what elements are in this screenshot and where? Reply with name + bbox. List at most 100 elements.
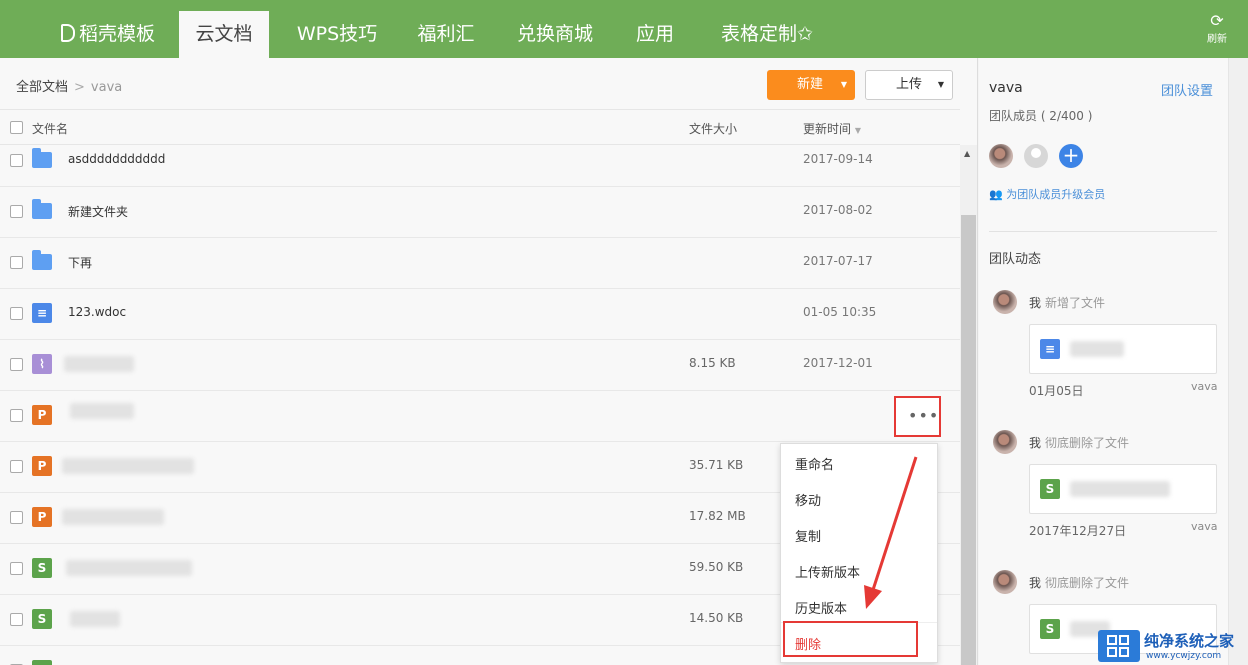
row-checkbox[interactable] — [10, 307, 23, 320]
upgrade-members-link[interactable]: 👥 为团队成员升级会员 — [989, 186, 1105, 202]
activity-actor: 我 — [1029, 576, 1042, 590]
more-options-button[interactable]: ••• — [894, 396, 941, 437]
watermark-url: www.ycwjzy.com — [1146, 651, 1222, 661]
row-checkbox[interactable] — [10, 358, 23, 371]
redacted-file-name — [70, 611, 120, 627]
menu-item-upload-new-version[interactable]: 上传新版本 — [795, 562, 860, 581]
header-updated[interactable]: 更新时间 ▼ — [803, 120, 861, 137]
file-name[interactable]: 新建文件夹 — [68, 203, 128, 220]
activity-text: 我新增了文件 — [1029, 294, 1105, 311]
watermark-title: 纯净系统之家 — [1144, 632, 1235, 650]
spreadsheet-icon: S — [1040, 619, 1060, 639]
row-checkbox[interactable] — [10, 460, 23, 473]
file-list-scrollbar[interactable]: ▲ — [960, 145, 977, 665]
menu-item-move[interactable]: 移动 — [795, 490, 821, 509]
refresh-button[interactable]: ⟳ 刷新 — [1202, 11, 1232, 46]
file-date: 2017-08-02 — [803, 203, 873, 217]
activity-actor: 我 — [1029, 436, 1042, 450]
annotation-arrow — [864, 456, 918, 609]
folder-icon — [32, 250, 52, 270]
file-date: 2017-09-14 — [803, 152, 873, 166]
tab-label: 兑换商城 — [516, 23, 593, 45]
table-row[interactable]: ≡ 123.wdoc 01-05 10:35 — [0, 289, 960, 340]
tab-label: 表格定制✩ — [721, 23, 813, 45]
redacted-file-name — [64, 356, 134, 372]
row-checkbox[interactable] — [10, 256, 23, 269]
menu-item-rename[interactable]: 重命名 — [795, 454, 834, 473]
table-row[interactable]: P — [0, 391, 960, 442]
redacted-file-name — [1070, 341, 1124, 357]
new-button-label: 新建 — [797, 77, 824, 92]
activity-action: 彻底删除了文件 — [1045, 576, 1130, 590]
avatar[interactable] — [989, 144, 1013, 168]
table-row[interactable]: 新建文件夹 2017-08-02 — [0, 187, 960, 238]
folder-icon — [32, 199, 52, 219]
team-members-count: 团队成员 ( 2/400 ) — [989, 109, 1093, 123]
team-sidebar: vava 团队设置 团队成员 ( 2/400 ) + 👥 为团队成员升级会员 团… — [979, 58, 1248, 665]
tab-exchange-mall[interactable]: 兑换商城 — [508, 11, 602, 58]
activity-text: 我彻底删除了文件 — [1029, 434, 1129, 451]
tab-table-custom[interactable]: 表格定制✩ — [708, 11, 826, 58]
spreadsheet-icon: S — [32, 558, 52, 578]
activity-date: 01月05日 — [1029, 384, 1084, 398]
breadcrumb-separator: > — [74, 80, 85, 95]
more-dots-icon: ••• — [908, 406, 940, 425]
presentation-icon: P — [32, 507, 52, 527]
menu-item-history-versions[interactable]: 历史版本 — [795, 598, 847, 617]
activity-file-card[interactable]: ≡ — [1029, 324, 1217, 374]
tab-cloud-docs[interactable]: 云文档 — [179, 11, 269, 58]
table-row[interactable]: 下再 2017-07-17 — [0, 238, 960, 289]
tab-wps-tips[interactable]: WPS技巧 — [287, 11, 387, 58]
add-member-icon[interactable]: + — [1059, 144, 1083, 168]
upload-button[interactable]: 上传 ▼ — [865, 70, 953, 100]
presentation-icon: P — [32, 405, 52, 425]
table-row[interactable]: ⌇ 8.15 KB 2017-12-01 — [0, 340, 960, 391]
select-all-checkbox[interactable] — [10, 121, 23, 134]
upgrade-label: 为团队成员升级会员 — [1006, 188, 1106, 201]
sidebar-scrollbar[interactable] — [1228, 58, 1248, 665]
breadcrumb-current: vava — [90, 80, 123, 95]
tab-label: WPS技巧 — [296, 23, 378, 45]
team-settings-link[interactable]: 团队设置 — [1161, 80, 1213, 99]
document-icon: ≡ — [1040, 339, 1060, 359]
refresh-icon: ⟳ — [1210, 11, 1224, 30]
file-name[interactable]: asddddddddddd — [68, 152, 165, 166]
divider — [989, 231, 1217, 232]
redacted-file-name — [1070, 481, 1170, 497]
avatar[interactable] — [1024, 144, 1048, 168]
file-name[interactable]: 下再 — [68, 254, 92, 271]
row-checkbox[interactable] — [10, 613, 23, 626]
menu-item-copy[interactable]: 复制 — [795, 526, 821, 545]
file-size: 8.15 KB — [689, 356, 736, 370]
avatar — [993, 430, 1017, 454]
tab-welfare[interactable]: 福利汇 — [408, 11, 484, 58]
caret-down-icon: ▼ — [937, 80, 944, 89]
activity-file-card[interactable]: S — [1029, 464, 1217, 514]
row-checkbox[interactable] — [10, 511, 23, 524]
file-date: 2017-12-01 — [803, 356, 873, 370]
activity-user: vava — [1191, 380, 1218, 393]
tab-docer[interactable]: 稻壳模板 — [58, 11, 158, 58]
delete-highlight-box — [783, 621, 918, 657]
table-row[interactable]: asddddddddddd 2017-09-14 — [0, 145, 960, 187]
users-icon: 👥 — [989, 188, 1003, 201]
arrow-line — [870, 456, 918, 594]
row-checkbox[interactable] — [10, 562, 23, 575]
tab-label: 云文档 — [195, 23, 253, 45]
activity-actor: 我 — [1029, 296, 1042, 310]
file-name[interactable]: 123.wdoc — [68, 305, 126, 319]
row-checkbox[interactable] — [10, 154, 23, 167]
tab-apps[interactable]: 应用 — [626, 11, 684, 58]
row-checkbox[interactable] — [10, 205, 23, 218]
row-checkbox[interactable] — [10, 409, 23, 422]
spreadsheet-icon: S — [1040, 479, 1060, 499]
scrollbar-thumb[interactable] — [961, 215, 976, 665]
upload-button-label: 上传 — [896, 77, 923, 92]
top-nav: 稻壳模板 云文档 WPS技巧 福利汇 兑换商城 应用 表格定制✩ ⟳ 刷新 — [0, 0, 1248, 58]
new-button[interactable]: 新建 ▼ — [767, 70, 855, 100]
breadcrumb-root[interactable]: 全部文档 — [16, 80, 68, 95]
team-name: vava — [989, 80, 1023, 96]
scroll-up-icon[interactable]: ▲ — [964, 149, 970, 158]
file-size: 35.71 KB — [689, 458, 744, 472]
file-size: 14.50 KB — [689, 611, 744, 625]
